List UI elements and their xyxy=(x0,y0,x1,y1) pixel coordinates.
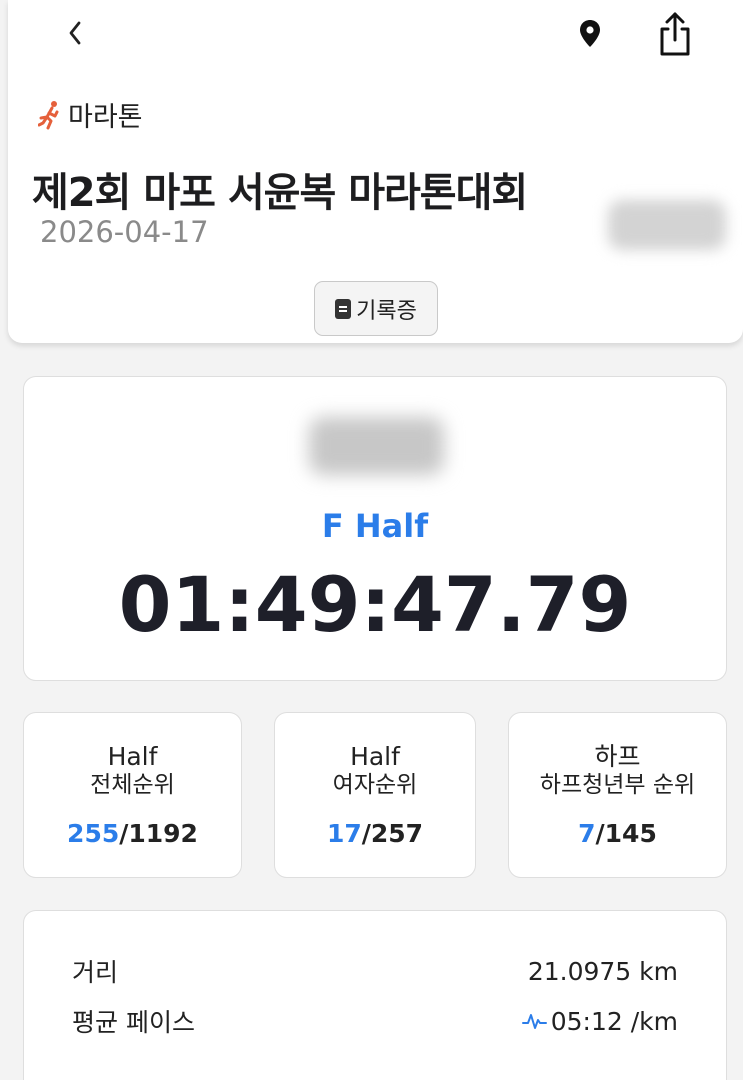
pace-value-wrap: 05:12 /km xyxy=(521,1006,678,1036)
distance-row: 거리 21.0975 km xyxy=(72,953,678,989)
rank-value: 255/1192 xyxy=(24,819,241,848)
location-button[interactable] xyxy=(576,18,604,50)
finish-time: 01:49:47.79 xyxy=(118,560,632,649)
event-header-card: 마라톤 제2회 마포 서윤복 마라톤대회 2026-04-17 기록증 xyxy=(8,0,743,343)
result-card: F Half 01:49:47.79 xyxy=(23,376,727,681)
rank-number: 17 xyxy=(326,819,362,848)
rank-number: 7 xyxy=(578,819,596,848)
share-button[interactable] xyxy=(656,10,694,58)
event-title: 제2회 마포 서윤복 마라톤대회 xyxy=(32,170,528,216)
rank-card-gender: Half 여자순위 17/257 xyxy=(274,712,476,878)
rank-card-overall: Half 전체순위 255/1192 xyxy=(23,712,242,878)
stats-card: 거리 21.0975 km 평균 페이스 05:12 /km xyxy=(23,910,727,1080)
redacted-runner-name xyxy=(309,417,444,475)
map-pin-icon xyxy=(580,20,600,47)
distance-value: 21.0975 km xyxy=(527,956,678,986)
rank-subtitle: 여자순위 xyxy=(332,772,418,798)
rank-card-age-group: 하프 하프청년부 순위 7/145 xyxy=(508,712,727,878)
rank-total: /257 xyxy=(361,819,424,848)
redacted-badge xyxy=(608,200,726,250)
rank-total: /145 xyxy=(595,819,657,848)
back-button[interactable] xyxy=(62,18,88,48)
event-date: 2026-04-17 xyxy=(40,215,209,249)
pace-label: 평균 페이스 xyxy=(72,1008,195,1037)
pace-row: 평균 페이스 05:12 /km xyxy=(72,1003,678,1039)
event-category: 마라톤 xyxy=(38,95,143,134)
certificate-button[interactable]: 기록증 xyxy=(314,281,438,336)
rank-value: 17/257 xyxy=(275,819,475,848)
chevron-left-icon xyxy=(69,21,81,45)
rank-subtitle: 전체순위 xyxy=(90,772,175,798)
pulse-icon xyxy=(521,1014,547,1029)
pace-value: 05:12 /km xyxy=(550,1006,678,1036)
category-label: 마라톤 xyxy=(68,102,143,133)
rank-title: 하프 xyxy=(594,742,641,771)
document-icon xyxy=(335,298,352,319)
certificate-label: 기록증 xyxy=(356,298,417,324)
running-person-icon xyxy=(38,100,59,129)
rank-title: Half xyxy=(350,742,400,771)
share-icon xyxy=(660,12,690,56)
rank-total: /1192 xyxy=(119,819,198,848)
course-label: F Half xyxy=(321,507,429,545)
rank-subtitle: 하프청년부 순위 xyxy=(539,772,696,798)
distance-label: 거리 xyxy=(72,958,119,987)
rank-value: 7/145 xyxy=(509,819,726,848)
rank-title: Half xyxy=(107,742,158,771)
rank-number: 255 xyxy=(67,819,120,848)
